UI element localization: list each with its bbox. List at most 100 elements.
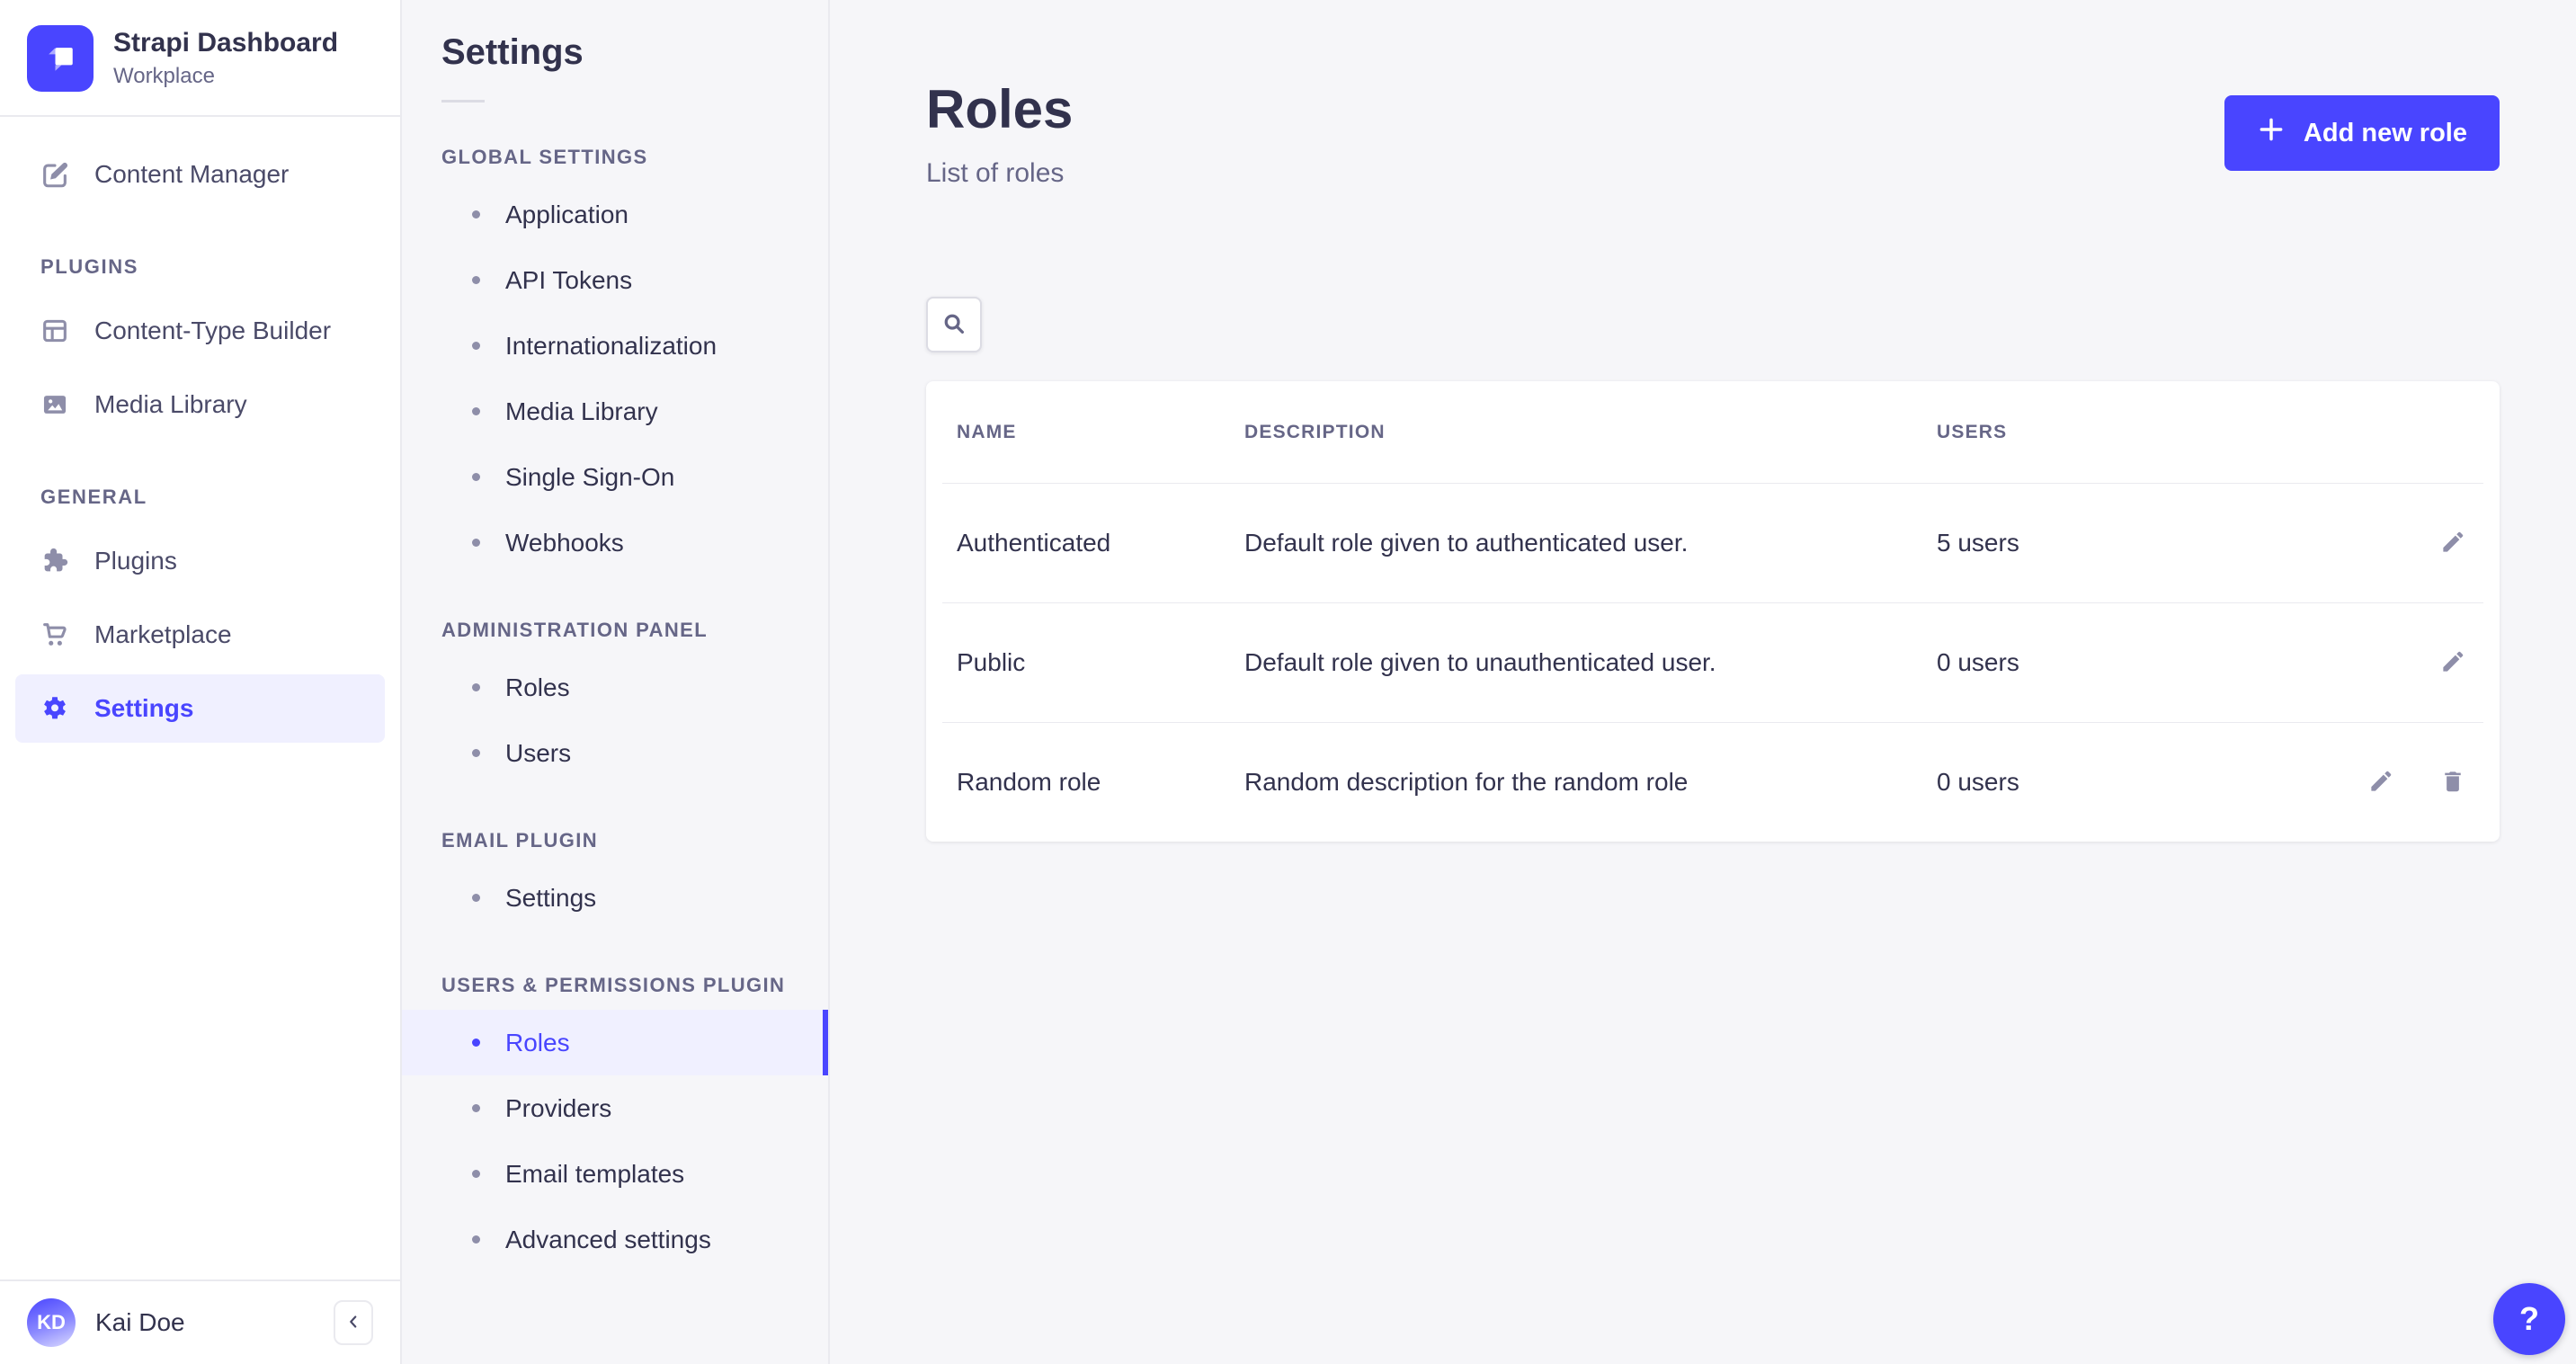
sidebar-item-label: Settings: [94, 694, 193, 723]
sidebar-item-label: Marketplace: [94, 620, 232, 649]
subnav-item-label: API Tokens: [505, 266, 632, 295]
edit-role-button[interactable]: [2365, 766, 2397, 798]
subnav-item-providers[interactable]: Providers: [402, 1075, 828, 1141]
sidebar-item-media-library[interactable]: Media Library: [15, 370, 385, 439]
user-row: KD Kai Doe: [0, 1279, 400, 1364]
bullet-icon: [472, 1170, 480, 1178]
subnav-item-api-tokens[interactable]: API Tokens: [402, 247, 828, 313]
sidebar-item-label: Content Manager: [94, 160, 289, 189]
subnav-item-label: Email templates: [505, 1160, 684, 1189]
role-name: Random role: [957, 768, 1244, 797]
sidebar-item-plugins[interactable]: Plugins: [15, 527, 385, 595]
avatar[interactable]: KD: [27, 1298, 76, 1347]
section-label-plugins: PLUGINS: [40, 255, 385, 279]
subnav-item-email-settings[interactable]: Settings: [402, 865, 828, 931]
user-name: Kai Doe: [95, 1308, 185, 1337]
pencil-icon: [2367, 768, 2394, 798]
subnav-section-email-plugin: EMAIL PLUGIN Settings: [402, 829, 828, 931]
subnav-section-users-permissions: USERS & PERMISSIONS PLUGIN Roles Provide…: [402, 974, 828, 1272]
role-users-count: 5 users: [1937, 529, 2296, 557]
subnav-section-header: GLOBAL SETTINGS: [402, 146, 828, 169]
bullet-icon: [472, 894, 480, 902]
subnav-section-global-settings: GLOBAL SETTINGS Application API Tokens I…: [402, 146, 828, 575]
workspace-name: Workplace: [113, 64, 338, 89]
sidebar-item-label: Plugins: [94, 547, 177, 575]
puzzle-icon: [39, 545, 71, 577]
edit-pen-icon: [39, 158, 71, 191]
subnav-item-application[interactable]: Application: [402, 182, 828, 247]
bullet-icon: [472, 342, 480, 350]
subnav-item-advanced-settings[interactable]: Advanced settings: [402, 1207, 828, 1272]
column-header-users: USERS: [1937, 422, 2296, 443]
table-header-row: NAME DESCRIPTION USERS: [926, 381, 2500, 483]
subnav-section-administration-panel: ADMINISTRATION PANEL Roles Users: [402, 619, 828, 786]
pencil-icon: [2439, 529, 2466, 558]
plus-icon: [2257, 115, 2286, 151]
add-new-role-button[interactable]: Add new role: [2224, 95, 2500, 171]
column-header-name: NAME: [957, 422, 1244, 443]
subnav-item-label: Providers: [505, 1094, 611, 1123]
subnav-item-label: Settings: [505, 884, 596, 913]
collapse-sidebar-button[interactable]: [334, 1300, 373, 1345]
bullet-icon: [472, 407, 480, 415]
subnav-item-label: Roles: [505, 673, 570, 702]
pencil-icon: [2439, 648, 2466, 678]
sidebar-item-marketplace[interactable]: Marketplace: [15, 601, 385, 669]
subnav-item-label: Users: [505, 739, 571, 768]
subnav-section-header: USERS & PERMISSIONS PLUGIN: [402, 974, 828, 997]
main-sidebar: Strapi Dashboard Workplace Content Manag…: [0, 0, 402, 1364]
subnav-item-admin-roles[interactable]: Roles: [402, 655, 828, 720]
subnav-item-label: Roles: [505, 1029, 570, 1057]
roles-table: NAME DESCRIPTION USERS Authenticated Def…: [926, 381, 2500, 842]
role-users-count: 0 users: [1937, 648, 2296, 677]
role-name: Public: [957, 648, 1244, 677]
page-title: Roles: [926, 83, 1073, 137]
help-button[interactable]: ?: [2493, 1283, 2565, 1355]
search-button[interactable]: [926, 297, 982, 352]
bullet-icon: [472, 1235, 480, 1244]
page-header: Roles List of roles Add new role: [926, 83, 2500, 189]
subnav-item-internationalization[interactable]: Internationalization: [402, 313, 828, 379]
subnav-item-single-sign-on[interactable]: Single Sign-On: [402, 444, 828, 510]
table-row[interactable]: Random role Random description for the r…: [926, 723, 2500, 842]
sidebar-item-settings[interactable]: Settings: [15, 674, 385, 743]
bullet-icon: [472, 749, 480, 757]
sidebar-item-content-manager[interactable]: Content Manager: [15, 140, 385, 209]
table-row[interactable]: Public Default role given to unauthentic…: [926, 603, 2500, 722]
subnav-item-up-roles[interactable]: Roles: [402, 1010, 828, 1075]
brand[interactable]: Strapi Dashboard Workplace: [0, 0, 400, 115]
sidebar-item-label: Content-Type Builder: [94, 316, 331, 345]
subnav-item-label: Media Library: [505, 397, 658, 426]
subnav-item-label: Webhooks: [505, 529, 624, 557]
subnav-item-media-library[interactable]: Media Library: [402, 379, 828, 444]
sidebar-item-content-type-builder[interactable]: Content-Type Builder: [15, 297, 385, 365]
subnav-item-label: Advanced settings: [505, 1226, 711, 1254]
main-content: Roles List of roles Add new role NAME DE…: [830, 0, 2576, 1364]
section-label-general: GENERAL: [40, 486, 385, 509]
subnav-item-admin-users[interactable]: Users: [402, 720, 828, 786]
main-nav: Content Manager PLUGINS Content-Type Bui…: [0, 117, 400, 1279]
edit-role-button[interactable]: [2437, 527, 2469, 559]
role-description: Default role given to unauthenticated us…: [1244, 648, 1937, 677]
bullet-icon: [472, 1104, 480, 1112]
layout-grid-icon: [39, 315, 71, 347]
search-icon: [940, 310, 967, 340]
subnav-section-header: EMAIL PLUGIN: [402, 829, 828, 852]
sidebar-item-label: Media Library: [94, 390, 247, 419]
subnav-section-header: ADMINISTRATION PANEL: [402, 619, 828, 642]
table-row[interactable]: Authenticated Default role given to auth…: [926, 484, 2500, 602]
subnav-item-email-templates[interactable]: Email templates: [402, 1141, 828, 1207]
shopping-cart-icon: [39, 619, 71, 651]
delete-role-button[interactable]: [2437, 766, 2469, 798]
strapi-logo-icon: [27, 25, 94, 92]
bullet-icon: [472, 210, 480, 218]
edit-role-button[interactable]: [2437, 646, 2469, 679]
subnav-title: Settings: [402, 32, 828, 73]
bullet-icon: [472, 539, 480, 547]
subnav-item-label: Single Sign-On: [505, 463, 674, 492]
role-description: Default role given to authenticated user…: [1244, 529, 1937, 557]
column-header-description: DESCRIPTION: [1244, 422, 1937, 443]
subnav-item-label: Internationalization: [505, 332, 717, 361]
subnav-item-webhooks[interactable]: Webhooks: [402, 510, 828, 575]
bullet-icon: [472, 276, 480, 284]
